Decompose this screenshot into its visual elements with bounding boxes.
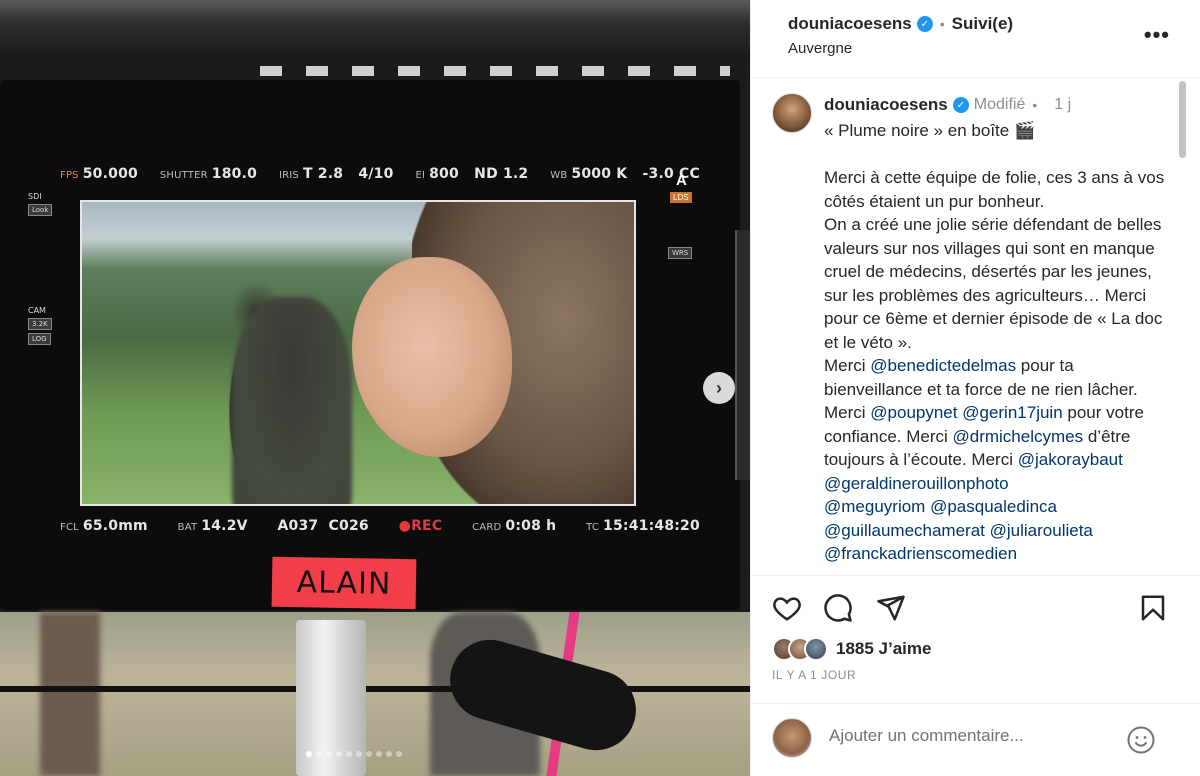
sdi-indicator: SDI Look <box>28 192 53 216</box>
caption-scrollbar[interactable] <box>1179 81 1186 158</box>
bookmark-icon <box>1141 595 1165 621</box>
header-separator: • <box>939 16 945 32</box>
caption-separator: • <box>1032 97 1038 113</box>
hud-timecode: TC 15:41:48:20 <box>586 518 700 534</box>
monitor-hud-top: FPS 50.000 SHUTTER 180.0 IRIS T 2.8 4/10 EI… <box>60 166 700 182</box>
header-user: douniacoesens ✓ • Suivi(e) <box>788 14 1013 34</box>
caption-thanks: Merci @benedictedelmas pour ta bienveill… <box>824 354 1174 566</box>
caption-title: « Plume noire » en boîte 🎬 <box>824 121 1036 140</box>
carousel-dot[interactable] <box>336 751 342 757</box>
cam-indicator: CAM 3.2K LOG <box>28 306 52 345</box>
emoji-button[interactable] <box>1126 725 1156 755</box>
post-actions: 1885 J’aime IL Y A 1 JOUR <box>751 575 1200 715</box>
save-button[interactable] <box>1138 593 1168 623</box>
hud-ei: EI 800 ND 1.2 <box>415 166 529 182</box>
camera-monitor: FPS 50.000 SHUTTER 180.0 IRIS T 2.8 4/10 EI… <box>0 80 740 610</box>
heart-icon <box>773 597 801 621</box>
post-location[interactable]: Auvergne <box>788 40 852 57</box>
carousel-next-button[interactable]: › <box>703 372 735 404</box>
rig-lights <box>260 66 730 76</box>
carousel-dot[interactable] <box>346 751 352 757</box>
more-icon[interactable]: ••• <box>1144 22 1170 48</box>
actress-face <box>352 257 512 457</box>
likes-count[interactable]: 1885 J’aime <box>836 639 931 659</box>
mention-link[interactable]: @franckadrienscomedien <box>824 544 1017 563</box>
hud-card: CARD 0:08 h <box>472 518 557 534</box>
likes-summary[interactable]: 1885 J’aime <box>772 637 931 661</box>
hud-shutter: SHUTTER 180.0 <box>159 166 258 182</box>
monitor-picture-actress <box>80 200 636 506</box>
verified-icon: ✓ <box>916 16 933 32</box>
mention-link[interactable]: @drmichelcymes <box>953 427 1084 446</box>
comment-icon <box>824 594 852 622</box>
hud-clip: A037 C026 <box>277 518 369 534</box>
post-media[interactable]: FPS 50.000 SHUTTER 180.0 IRIS T 2.8 4/10 EI… <box>0 0 750 776</box>
caption-paragraph-2: On a créé une jolie série défendant de b… <box>824 215 1163 352</box>
carousel-dot[interactable] <box>306 751 312 757</box>
chevron-right-icon: › <box>716 377 722 398</box>
carousel-dots <box>306 751 402 757</box>
comment-composer <box>751 703 1200 776</box>
carousel-dot[interactable] <box>396 751 402 757</box>
name-tape-label: ALAIN <box>271 556 417 610</box>
avatar[interactable] <box>772 93 812 133</box>
monitor-badge-lds: LDS <box>670 192 692 203</box>
mention-link[interactable]: @gerin17juin <box>962 403 1062 422</box>
mention-link[interactable]: @jakoraybaut <box>1018 450 1123 469</box>
like-button[interactable] <box>772 593 802 623</box>
mention-link[interactable]: @geraldinerouillonphoto <box>824 474 1009 493</box>
carousel-dot[interactable] <box>366 751 372 757</box>
caption-gap <box>824 143 1174 167</box>
share-button[interactable] <box>876 593 906 623</box>
rig-side-bracket <box>735 230 750 480</box>
caption-username[interactable]: douniacoesens <box>824 95 948 115</box>
post-header: douniacoesens ✓ • Suivi(e) Auvergne ••• <box>751 0 1200 78</box>
header-username[interactable]: douniacoesens <box>788 14 912 34</box>
mention-link[interactable]: @juliaroulieta <box>990 521 1093 540</box>
monitor-hud-bottom: FCL 65.0mm BAT 14.2V A037 C026 ●REC CARD 0:… <box>60 518 700 534</box>
monitor-badge-a: A <box>676 172 687 189</box>
carousel-dot[interactable] <box>376 751 382 757</box>
post-sidebar: douniacoesens ✓ • Suivi(e) Auvergne ••• … <box>750 0 1200 776</box>
verified-icon: ✓ <box>952 97 969 113</box>
caption-fragment: Merci <box>824 356 871 375</box>
emoji-icon <box>1127 726 1155 754</box>
hud-iris: IRIS T 2.8 4/10 <box>278 166 394 182</box>
carousel-dot[interactable] <box>316 751 322 757</box>
edited-label: Modifié <box>973 96 1026 113</box>
mention-link[interactable]: @pasqualedinca <box>930 497 1057 516</box>
carousel-dot[interactable] <box>386 751 392 757</box>
comment-button[interactable] <box>823 593 853 623</box>
liker-avatar <box>804 637 828 661</box>
cable <box>0 686 750 692</box>
mention-link[interactable]: @benedictedelmas <box>870 356 1016 375</box>
mention-link[interactable]: @guillaumechamerat <box>824 521 985 540</box>
mention-link[interactable]: @meguyriom <box>824 497 925 516</box>
hud-fcl: FCL 65.0mm <box>60 518 148 534</box>
caption-paragraph-1: Merci à cette équipe de folie, ces 3 ans… <box>824 168 1165 211</box>
caption-text: « Plume noire » en boîte 🎬 Merci à cette… <box>824 119 1174 566</box>
avatar <box>772 718 812 758</box>
mention-link[interactable]: @poupynet <box>870 403 957 422</box>
caption-area: douniacoesens ✓ Modifié • 1 j « Plume no… <box>751 79 1200 575</box>
camera-rig-top <box>0 0 750 60</box>
hud-fps: FPS 50.000 <box>60 166 138 182</box>
hud-rec: ●REC <box>398 518 443 534</box>
comment-input[interactable] <box>829 726 1109 746</box>
background-person-left <box>40 612 100 776</box>
share-icon <box>877 595 905 621</box>
caption-header: douniacoesens ✓ Modifié • 1 j <box>824 95 1071 115</box>
follow-status-button[interactable]: Suivi(e) <box>952 14 1013 34</box>
wrs-indicator: WRS <box>668 244 693 259</box>
hud-bat: BAT 14.2V <box>177 518 248 534</box>
background-person <box>232 297 352 504</box>
caption-time[interactable]: 1 j <box>1054 96 1071 114</box>
carousel-dot[interactable] <box>326 751 332 757</box>
post-date[interactable]: IL Y A 1 JOUR <box>772 668 856 682</box>
carousel-dot[interactable] <box>356 751 362 757</box>
instagram-post-view: FPS 50.000 SHUTTER 180.0 IRIS T 2.8 4/10 EI… <box>0 0 1200 776</box>
